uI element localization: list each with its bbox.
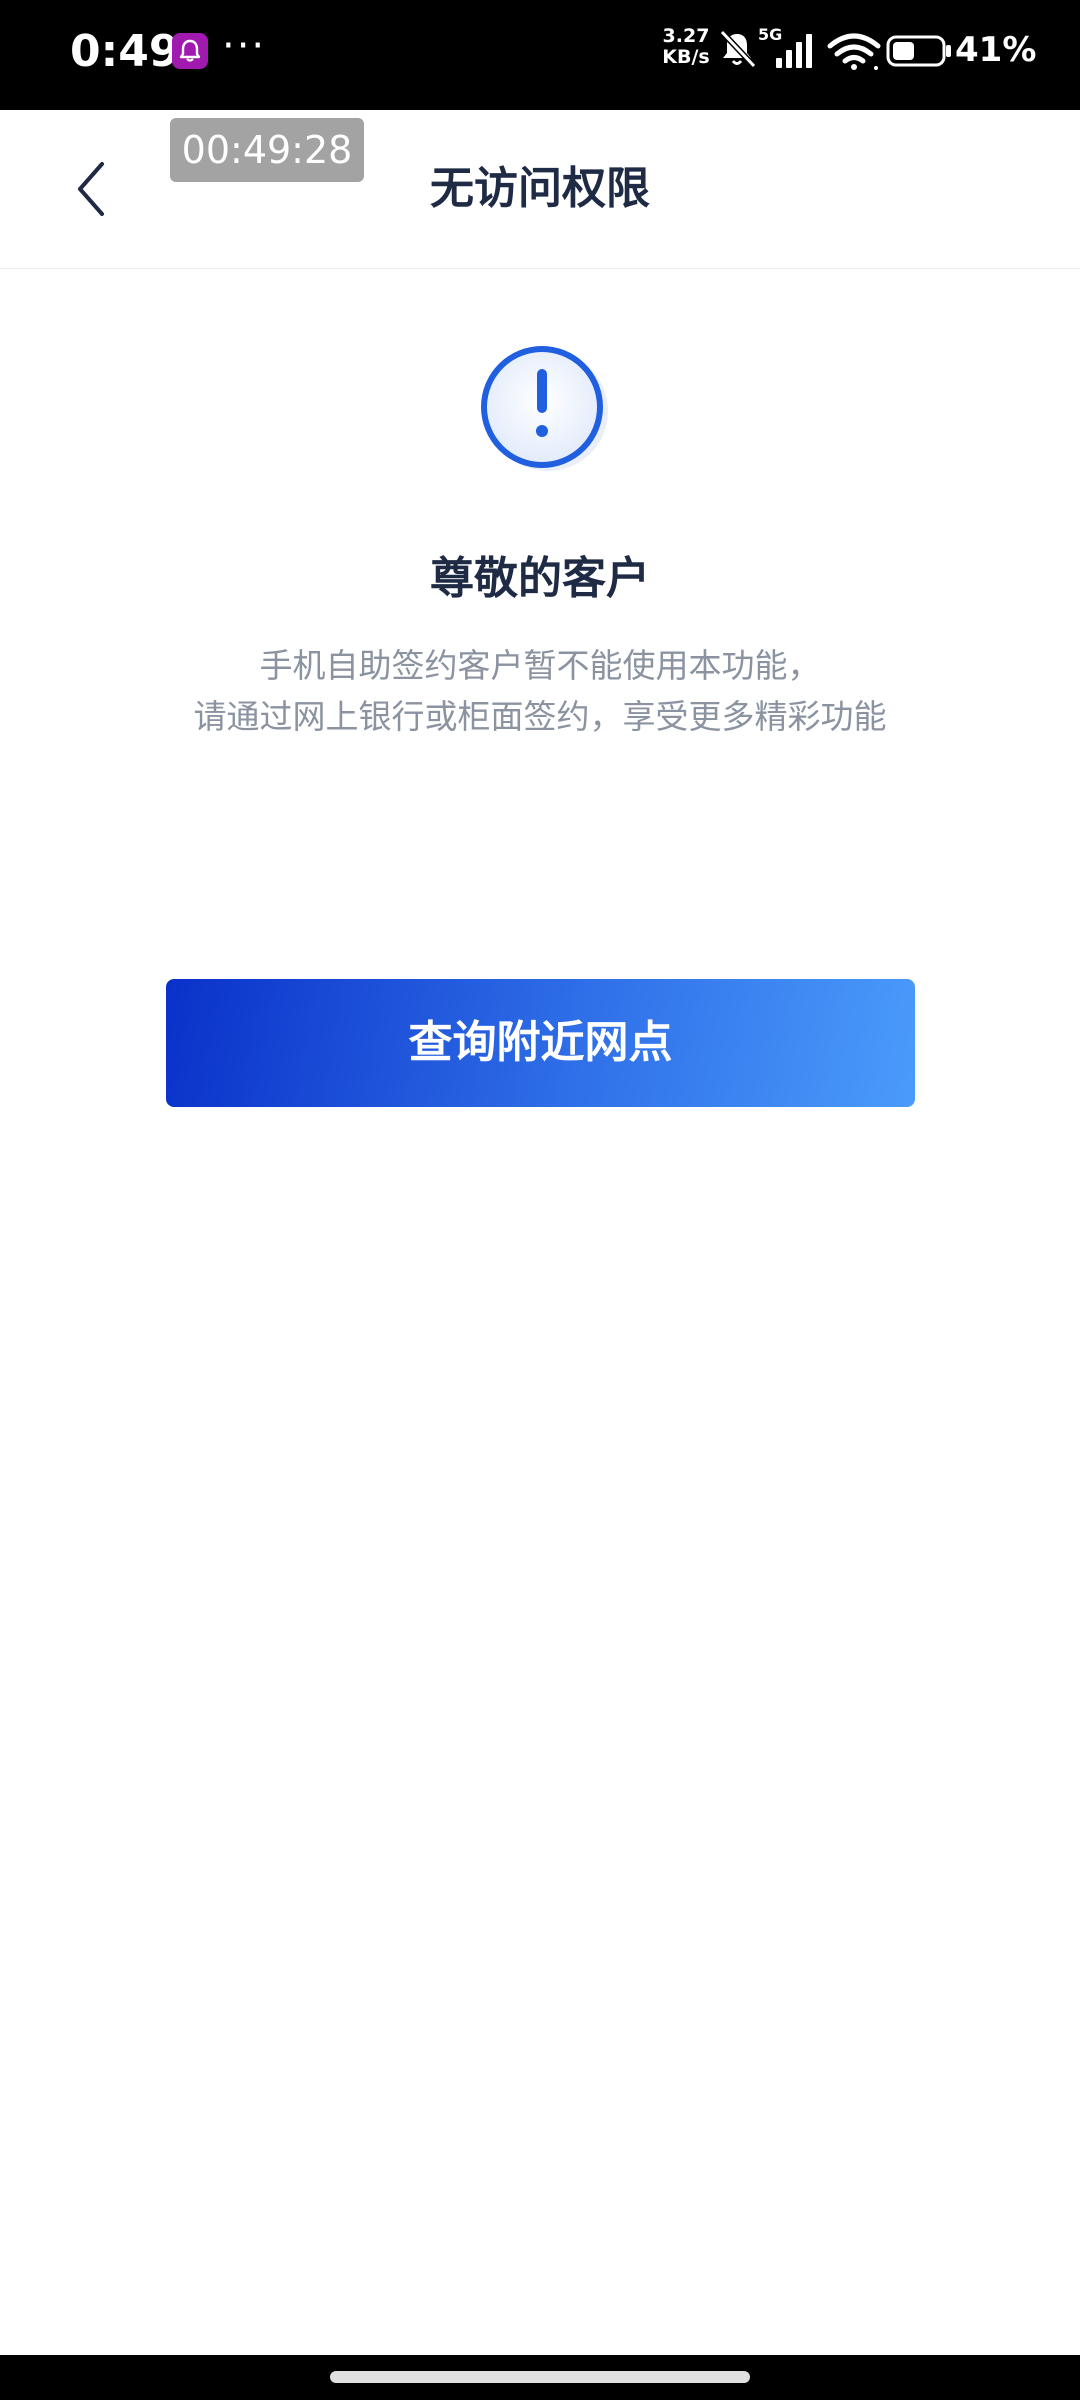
status-time: 0:49 [70, 26, 180, 77]
gesture-bar [0, 2355, 1080, 2400]
find-nearby-branches-button[interactable]: 查询附近网点 [166, 979, 915, 1107]
message-line-1: 手机自助签约客户暂不能使用本功能， [259, 646, 821, 685]
timer-badge: 00:49:28 [170, 118, 364, 182]
nav-bar: 无访问权限 00:49:28 [0, 110, 1080, 269]
status-bar: 0:49 ··· 3.27 KB/s 5G 41% [0, 0, 1080, 110]
network-speed-value: 3.27 [662, 25, 710, 47]
bell-muted-icon [719, 29, 757, 69]
network-speed: 3.27 KB/s [658, 26, 714, 68]
notification-app-icon [172, 33, 208, 69]
home-indicator[interactable] [330, 2371, 750, 2383]
exclamation-circle-icon [481, 346, 608, 471]
network-speed-unit: KB/s [662, 46, 710, 68]
network-type-label: 5G [758, 26, 782, 44]
message-line-2: 请通过网上银行或柜面签约，享受更多精彩功能 [193, 697, 887, 736]
more-notifications-icon: ··· [222, 23, 267, 69]
heading: 尊敬的客户 [430, 553, 650, 604]
wifi-icon [827, 33, 881, 70]
battery-icon [886, 35, 951, 67]
battery-percent: 41% [955, 30, 1037, 70]
message-text: 手机自助签约客户暂不能使用本功能， 请通过网上银行或柜面签约，享受更多精彩功能 [0, 640, 1080, 742]
page-title: 无访问权限 [430, 163, 650, 214]
status-icons: 5G [719, 26, 951, 70]
